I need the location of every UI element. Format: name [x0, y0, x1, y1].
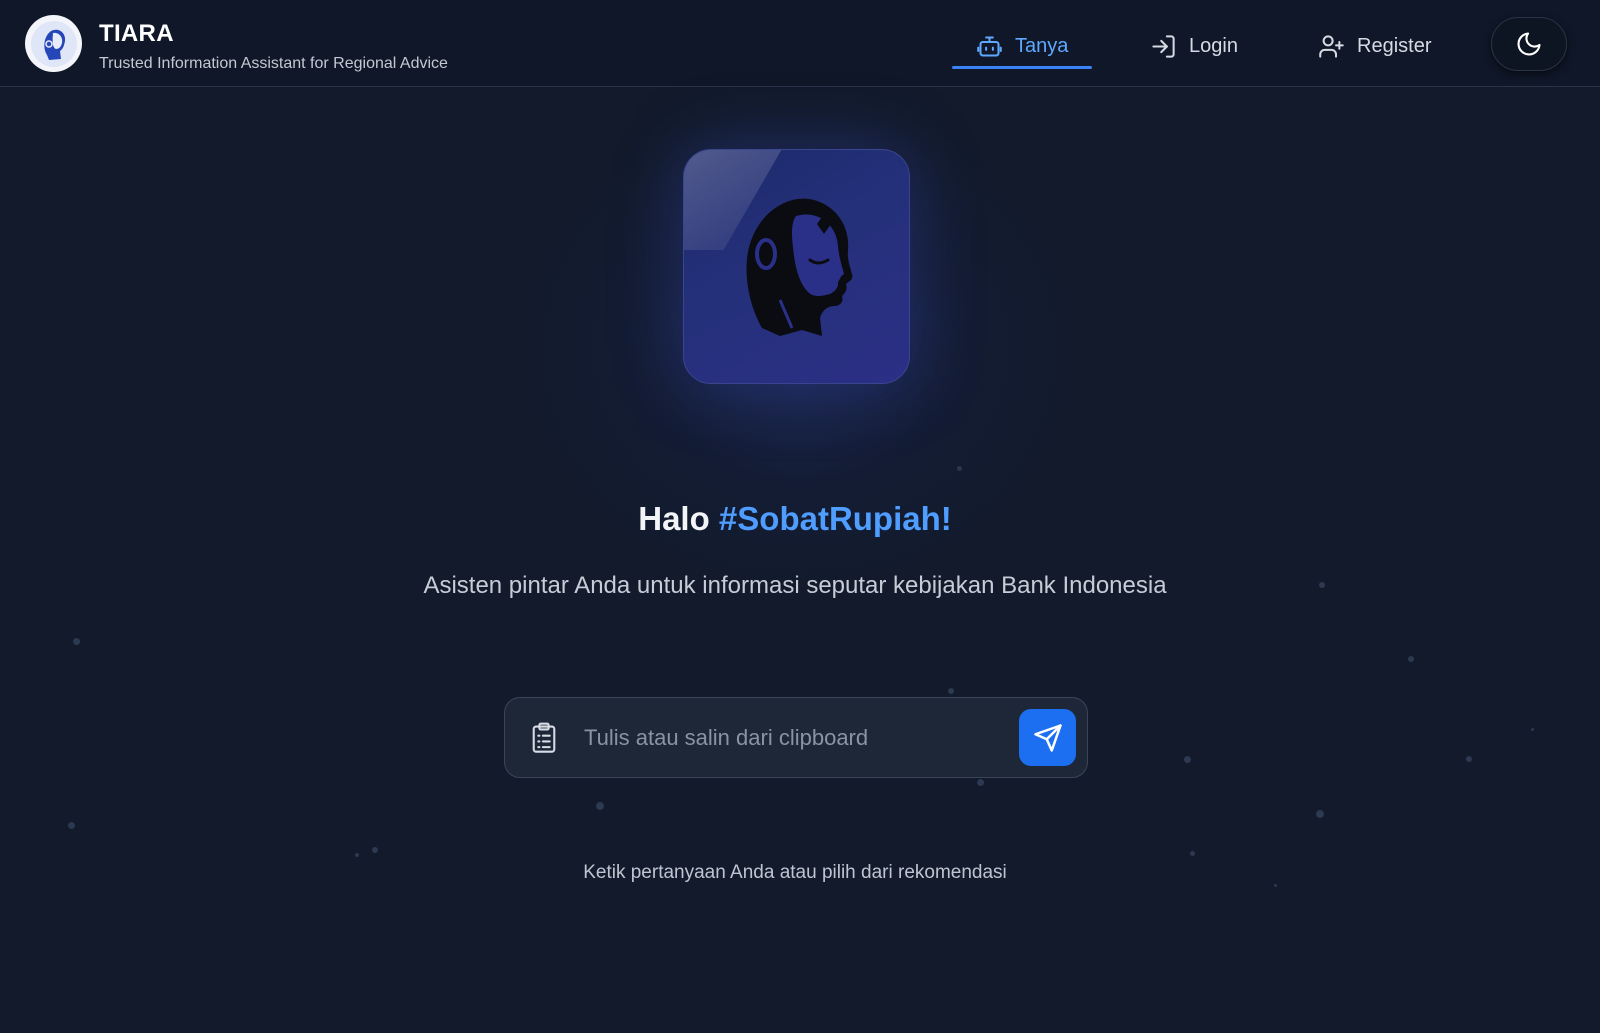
nav-register-label: Register	[1357, 34, 1432, 57]
user-plus-icon	[1319, 34, 1344, 58]
send-icon	[1033, 723, 1062, 752]
nav-tanya[interactable]: Tanya	[976, 24, 1068, 68]
background-dot	[68, 822, 75, 829]
app-logo[interactable]	[25, 15, 82, 72]
background-dot	[73, 638, 80, 645]
clipboard-icon	[532, 722, 556, 753]
nav-login-label: Login	[1189, 34, 1238, 57]
background-dot	[1466, 756, 1472, 762]
background-dot	[596, 802, 604, 810]
send-button[interactable]	[1019, 709, 1076, 766]
background-dot	[1316, 810, 1324, 818]
background-dot	[372, 847, 378, 853]
background-dot	[1190, 851, 1195, 856]
input-hint: Ketik pertanyaan Anda atau pilih dari re…	[583, 862, 1007, 883]
nav-login[interactable]: Login	[1150, 24, 1238, 68]
avatar-head-icon	[30, 20, 77, 67]
tagline: Asisten pintar Anda untuk informasi sepu…	[423, 572, 1167, 599]
background-dot	[977, 779, 984, 786]
theme-toggle-button[interactable]	[1491, 17, 1567, 71]
background-dot	[1184, 756, 1191, 763]
greeting-prefix: Halo	[638, 500, 710, 537]
nav-tanya-label: Tanya	[1015, 34, 1069, 57]
chat-input[interactable]	[584, 718, 1004, 758]
nav-register[interactable]: Register	[1318, 24, 1431, 68]
background-dot	[355, 853, 359, 857]
app-window: TIARA Trusted Information Assistant for …	[0, 0, 1600, 1033]
assistant-avatar-card	[683, 149, 910, 384]
app-title: TIARA	[99, 20, 174, 47]
background-dot	[1274, 884, 1277, 887]
login-icon	[1152, 34, 1175, 58]
moon-icon	[1517, 32, 1541, 56]
greeting-heading: Halo #SobatRupiah!	[0, 500, 1590, 538]
greeting-hashtag: #SobatRupiah!	[718, 500, 952, 537]
app-subtitle: Trusted Information Assistant for Region…	[99, 55, 448, 72]
background-dot	[1408, 656, 1414, 662]
active-tab-indicator	[952, 66, 1092, 69]
clipboard-paste-button[interactable]	[530, 722, 558, 754]
robot-icon	[977, 35, 1002, 57]
background-dot	[1531, 728, 1534, 731]
top-navbar: TIARA Trusted Information Assistant for …	[0, 0, 1600, 87]
background-dot	[948, 688, 954, 694]
